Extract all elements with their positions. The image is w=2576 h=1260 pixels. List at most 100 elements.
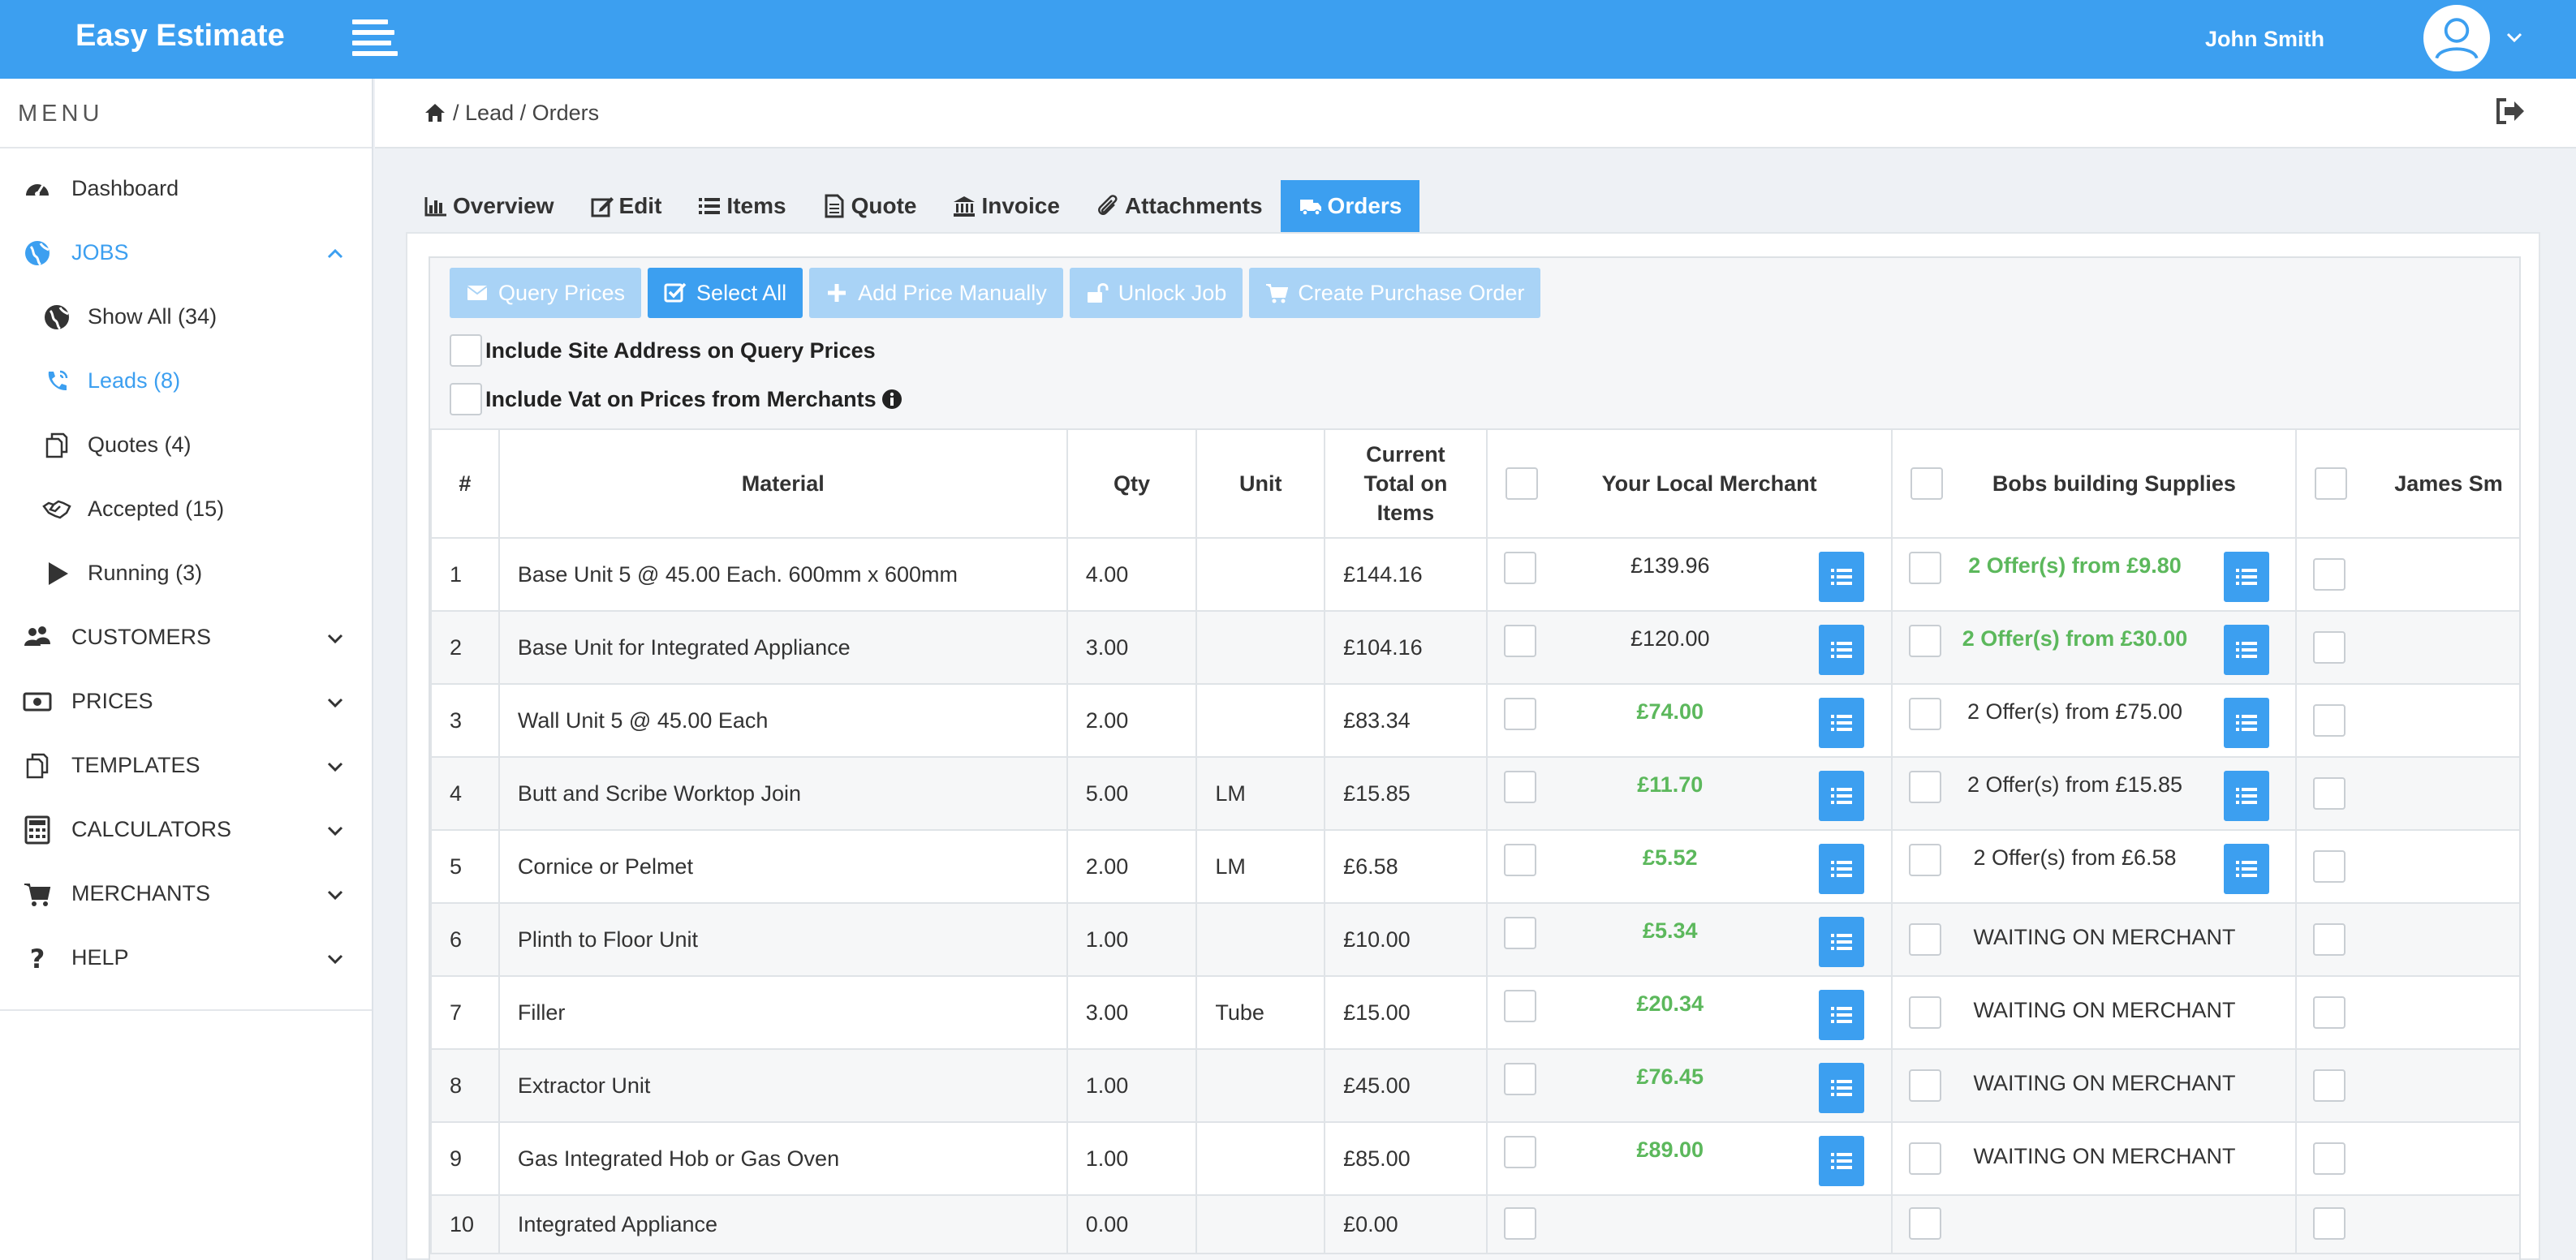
merchant-1-offers-button[interactable] <box>1818 844 1864 894</box>
user-name[interactable]: John Smith <box>2205 24 2324 54</box>
calculator-icon <box>21 814 54 846</box>
tab-attachments[interactable]: Attachments <box>1077 180 1281 232</box>
breadcrumb-lead[interactable]: Lead <box>465 97 514 129</box>
sidebar-item-jobs[interactable]: JOBS <box>0 221 372 285</box>
sidebar-item-templates[interactable]: TEMPLATES <box>0 733 372 798</box>
tab-edit[interactable]: Edit <box>571 180 680 232</box>
merchant-2-item-checkbox[interactable] <box>1908 1069 1941 1102</box>
tab-label: Quote <box>851 193 917 218</box>
merchant-1-offers-button[interactable] <box>1818 917 1864 967</box>
tab-items[interactable]: Items <box>679 180 804 232</box>
merchant-2-item-checkbox[interactable] <box>1908 1207 1941 1240</box>
orders-panel: Query Prices Select All Add Price Manual… <box>406 232 2540 1260</box>
merchant-3-item-checkbox[interactable] <box>2313 1207 2346 1240</box>
merchant-2-item-checkbox[interactable] <box>1908 698 1941 730</box>
merchant-3-item-checkbox[interactable] <box>2313 923 2346 956</box>
merchant-2-item-checkbox[interactable] <box>1908 625 1941 657</box>
sidebar-item-show-all[interactable]: Show All (34) <box>0 285 372 349</box>
sidebar-item-customers[interactable]: CUSTOMERS <box>0 605 372 669</box>
sidebar-item-quotes[interactable]: Quotes (4) <box>0 413 372 477</box>
merchant-1-offers-button[interactable] <box>1818 698 1864 748</box>
select-all-button[interactable]: Select All <box>648 268 803 318</box>
merchant-3-item-checkbox[interactable] <box>2313 996 2346 1029</box>
merchant-3-select-checkbox[interactable] <box>2315 467 2348 500</box>
merchant-2-offers-button[interactable] <box>2223 698 2269 748</box>
merchant-1-item-checkbox[interactable] <box>1503 698 1536 730</box>
merchant-2-item-checkbox[interactable] <box>1908 996 1941 1029</box>
logout-icon[interactable] <box>2495 97 2527 126</box>
merchant-1-item-checkbox[interactable] <box>1503 1136 1536 1168</box>
tab-quote[interactable]: Quote <box>803 180 935 232</box>
merchant-2-offers-button[interactable] <box>2223 844 2269 894</box>
avatar[interactable] <box>2423 5 2490 71</box>
cell-merchant-1: £5.52 <box>1485 829 1893 904</box>
cell-qty: 3.00 <box>1066 975 1198 1050</box>
merchant-1-offers-button[interactable] <box>1818 990 1864 1040</box>
merchant-3-item-checkbox[interactable] <box>2313 777 2346 810</box>
info-icon[interactable] <box>881 389 902 410</box>
merchant-2-select-checkbox[interactable] <box>1910 467 1943 500</box>
merchant-1-item-checkbox[interactable] <box>1503 1207 1536 1240</box>
tab-overview[interactable]: Overview <box>406 180 572 232</box>
merchant-2-item-checkbox[interactable] <box>1908 552 1941 584</box>
table-row: 4 Butt and Scribe Worktop Join 5.00 LM £15.8… <box>430 756 2519 831</box>
home-icon[interactable] <box>424 101 446 124</box>
add-price-manually-button[interactable]: Add Price Manually <box>809 268 1063 318</box>
merchant-2-item-checkbox[interactable] <box>1908 771 1941 803</box>
merchant-2-item-checkbox[interactable] <box>1908 923 1941 956</box>
orders-table: # Material Qty Unit Current Total on Ite… <box>430 428 2519 1254</box>
merchant-2-item-checkbox[interactable] <box>1908 1142 1941 1175</box>
merchant-1-item-checkbox[interactable] <box>1503 1063 1536 1095</box>
merchant-2-offers-button[interactable] <box>2223 552 2269 602</box>
merchant-1-item-checkbox[interactable] <box>1503 552 1536 584</box>
unlock-job-button[interactable]: Unlock Job <box>1069 268 1243 318</box>
sidebar-item-merchants[interactable]: MERCHANTS <box>0 862 372 926</box>
merchant-2-offers-button[interactable] <box>2223 625 2269 675</box>
envelope-icon <box>467 286 488 300</box>
merchant-3-item-checkbox[interactable] <box>2313 631 2346 664</box>
sidebar-item-accepted[interactable]: Accepted (15) <box>0 477 372 541</box>
sidebar-item-dashboard[interactable]: Dashboard <box>0 157 372 221</box>
chevron-down-icon[interactable] <box>2505 28 2524 47</box>
merchant-1-offers-button[interactable] <box>1818 1136 1864 1186</box>
cell-num: 8 <box>430 1048 500 1123</box>
include-site-address-checkbox[interactable] <box>450 334 482 367</box>
merchant-1-item-checkbox[interactable] <box>1503 917 1536 949</box>
merchant-1-item-checkbox[interactable] <box>1503 844 1536 876</box>
app-title[interactable]: Easy Estimate <box>75 16 285 55</box>
merchant-1-offers-button[interactable] <box>1818 552 1864 602</box>
menu-toggle-icon[interactable] <box>352 19 399 56</box>
create-purchase-order-button[interactable]: Create Purchase Order <box>1249 268 1541 318</box>
list-icon <box>1830 569 1852 585</box>
tab-orders[interactable]: Orders <box>1280 180 1420 232</box>
merchant-3-item-checkbox[interactable] <box>2313 1142 2346 1175</box>
merchant-1-item-checkbox[interactable] <box>1503 990 1536 1022</box>
merchant-2-offers-button[interactable] <box>2223 771 2269 821</box>
merchant-1-select-checkbox[interactable] <box>1505 467 1538 500</box>
merchant-3-item-checkbox[interactable] <box>2313 1069 2346 1102</box>
breadcrumb-separator: / <box>519 101 527 125</box>
merchant-2-item-checkbox[interactable] <box>1908 844 1941 876</box>
copy-icon <box>21 750 54 782</box>
cart-icon <box>21 878 54 910</box>
cell-current-total: £10.00 <box>1324 902 1488 977</box>
merchant-3-item-checkbox[interactable] <box>2313 704 2346 737</box>
tab-invoice[interactable]: Invoice <box>934 180 1078 232</box>
merchant-3-item-checkbox[interactable] <box>2313 850 2346 883</box>
merchant-1-offers-button[interactable] <box>1818 1063 1864 1113</box>
sidebar-item-leads[interactable]: Leads (8) <box>0 349 372 413</box>
merchant-1-offers-button[interactable] <box>1818 771 1864 821</box>
merchant-1-item-checkbox[interactable] <box>1503 625 1536 657</box>
sidebar-item-calculators[interactable]: CALCULATORS <box>0 798 372 862</box>
cell-merchant-1: £20.34 <box>1485 975 1893 1050</box>
sidebar-item-running[interactable]: Running (3) <box>0 541 372 605</box>
sidebar-item-prices[interactable]: PRICES <box>0 669 372 733</box>
merchant-1-offers-button[interactable] <box>1818 625 1864 675</box>
query-prices-button[interactable]: Query Prices <box>450 268 642 318</box>
merchant-1-price: £139.96 <box>1630 553 1710 578</box>
merchant-1-item-checkbox[interactable] <box>1503 771 1536 803</box>
sidebar-item-help[interactable]: ? HELP <box>0 926 372 990</box>
include-vat-checkbox[interactable] <box>450 383 482 415</box>
merchant-3-item-checkbox[interactable] <box>2313 558 2346 591</box>
tab-label: Items <box>726 193 786 218</box>
